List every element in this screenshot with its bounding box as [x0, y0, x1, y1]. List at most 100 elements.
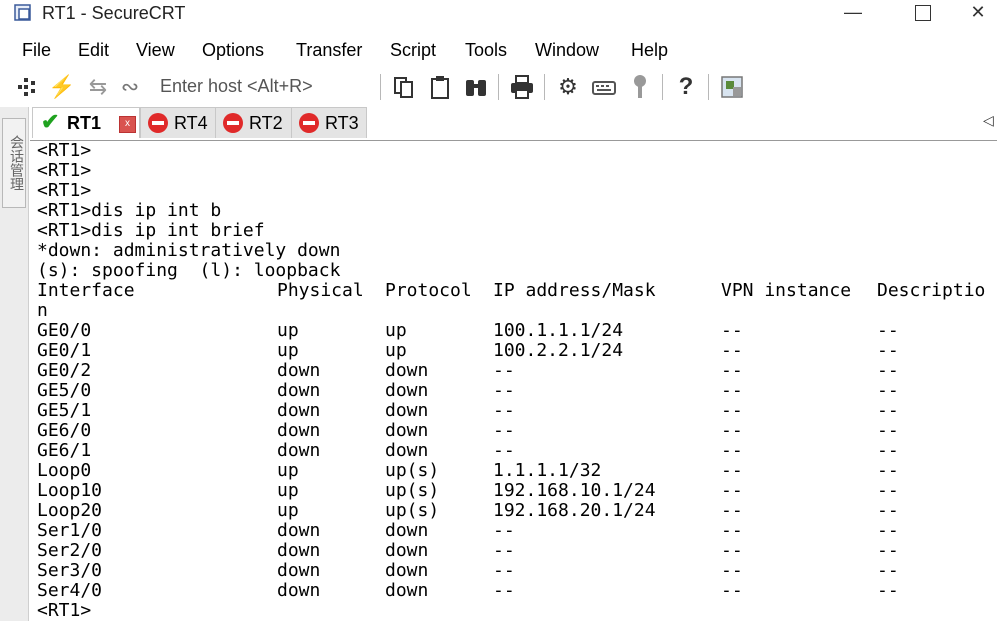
cell-vpn-instance: --	[721, 340, 743, 361]
table-row: GE0/0 up up 100.1.1.1/24 -- --	[37, 321, 997, 341]
print-icon[interactable]	[508, 72, 536, 102]
table-row: GE6/0 down down -- -- --	[37, 421, 997, 441]
cell-interface: Ser2/0	[37, 540, 103, 561]
cell-ip-address: 192.168.20.1/24	[493, 500, 656, 521]
keymap-icon[interactable]	[590, 72, 618, 102]
terminal-line: <RT1>	[37, 160, 92, 181]
cell-description: --	[877, 560, 899, 581]
toolbar-separator	[380, 74, 381, 100]
cell-interface: Ser4/0	[37, 580, 103, 601]
terminal-output[interactable]: <RT1> <RT1> <RT1> <RT1>dis ip int b <RT1…	[30, 140, 997, 622]
tab-rt4[interactable]: RT4	[140, 107, 216, 138]
cell-interface: GE0/2	[37, 360, 92, 381]
cell-description: --	[877, 520, 899, 541]
cell-vpn-instance: --	[721, 460, 743, 481]
tab-scroll-left-icon[interactable]: ◁	[983, 112, 994, 129]
copy-icon[interactable]	[390, 72, 418, 102]
cell-interface: GE5/0	[37, 380, 92, 401]
quick-connect-icon[interactable]: ⚡	[48, 72, 76, 102]
enter-host-field[interactable]: Enter host <Alt+R>	[160, 75, 313, 97]
close-button[interactable]: ✕	[955, 0, 997, 26]
cell-ip-address: --	[493, 560, 515, 581]
cell-protocol: up	[385, 340, 407, 361]
cell-description: --	[877, 540, 899, 561]
cell-protocol: down	[385, 540, 429, 561]
cell-protocol: up(s)	[385, 460, 440, 481]
cell-description: --	[877, 480, 899, 501]
table-row: Ser4/0 down down -- -- --	[37, 581, 997, 601]
cell-protocol: down	[385, 560, 429, 581]
session-manager-tab[interactable]: 会话管理	[2, 118, 26, 208]
cell-protocol: up(s)	[385, 500, 440, 521]
menu-edit[interactable]: Edit	[78, 39, 109, 61]
cell-ip-address: --	[493, 400, 515, 421]
key-icon[interactable]	[626, 72, 654, 102]
cell-description: --	[877, 440, 899, 461]
cell-physical: up	[277, 340, 299, 361]
cell-interface: GE0/0	[37, 320, 92, 341]
cell-vpn-instance: --	[721, 320, 743, 341]
cell-interface: GE5/1	[37, 400, 92, 421]
terminal-prompt: <RT1>	[37, 600, 92, 621]
disconnected-icon	[148, 113, 168, 133]
minimize-button[interactable]: —	[830, 0, 876, 26]
menu-view[interactable]: View	[136, 39, 175, 61]
tab-label: RT3	[325, 113, 359, 133]
disconnected-icon	[299, 113, 319, 133]
disconnected-icon	[223, 113, 243, 133]
header-description: Descriptio	[877, 280, 986, 301]
cell-vpn-instance: --	[721, 580, 743, 601]
paste-icon[interactable]	[426, 72, 454, 102]
sftp-icon[interactable]	[718, 72, 746, 102]
cell-ip-address: --	[493, 440, 515, 461]
cell-description: --	[877, 340, 899, 361]
find-icon[interactable]	[462, 72, 490, 102]
cell-ip-address: --	[493, 580, 515, 601]
header-physical: Physical	[277, 280, 364, 301]
connect-bar-icon[interactable]	[14, 72, 42, 102]
cell-physical: down	[277, 360, 321, 381]
header-protocol: Protocol	[385, 280, 472, 301]
cell-vpn-instance: --	[721, 520, 743, 541]
title-bar: RT1 - SecureCRT — ✕	[0, 0, 997, 28]
toolbar: ⚡ ⇆ ∾ Enter host <Alt+R> ⚙ ?	[0, 68, 997, 106]
disconnect-icon[interactable]: ∾	[116, 72, 144, 102]
help-icon[interactable]: ?	[672, 72, 700, 102]
menu-script[interactable]: Script	[390, 39, 436, 61]
cell-protocol: up(s)	[385, 480, 440, 501]
cell-interface: Loop20	[37, 500, 103, 521]
menu-window[interactable]: Window	[535, 39, 599, 61]
gear-icon[interactable]: ⚙	[554, 72, 582, 102]
cell-ip-address: --	[493, 360, 515, 381]
terminal-line: <RT1>	[37, 180, 92, 201]
menu-options[interactable]: Options	[202, 39, 264, 61]
table-row: Ser1/0 down down -- -- --	[37, 521, 997, 541]
cell-ip-address: --	[493, 520, 515, 541]
menu-transfer[interactable]: Transfer	[296, 39, 362, 61]
terminal-line: <RT1>dis ip int brief	[37, 220, 265, 241]
tab-rt2[interactable]: RT2	[215, 107, 292, 138]
cell-ip-address: 1.1.1.1/32	[493, 460, 602, 481]
cell-ip-address: --	[493, 540, 515, 561]
toolbar-separator	[498, 74, 499, 100]
maximize-button[interactable]	[900, 0, 946, 26]
tab-close-icon[interactable]: x	[119, 116, 136, 133]
reconnect-icon[interactable]: ⇆	[84, 72, 112, 102]
cell-physical: down	[277, 540, 321, 561]
table-row: Ser3/0 down down -- -- --	[37, 561, 997, 581]
cell-description: --	[877, 420, 899, 441]
cell-description: --	[877, 320, 899, 341]
menu-file[interactable]: File	[22, 39, 51, 61]
menu-tools[interactable]: Tools	[465, 39, 507, 61]
cell-physical: down	[277, 580, 321, 601]
cell-physical: down	[277, 380, 321, 401]
tab-rt3[interactable]: RT3	[291, 107, 367, 138]
cell-ip-address: --	[493, 380, 515, 401]
terminal-line: *down: administratively down	[37, 240, 341, 261]
cell-physical: up	[277, 480, 299, 501]
tab-rt1[interactable]: ✔ RT1 x	[32, 107, 140, 138]
menu-help[interactable]: Help	[631, 39, 668, 61]
cell-ip-address: 192.168.10.1/24	[493, 480, 656, 501]
toolbar-separator	[708, 74, 709, 100]
securecrt-app-icon[interactable]	[14, 4, 32, 22]
